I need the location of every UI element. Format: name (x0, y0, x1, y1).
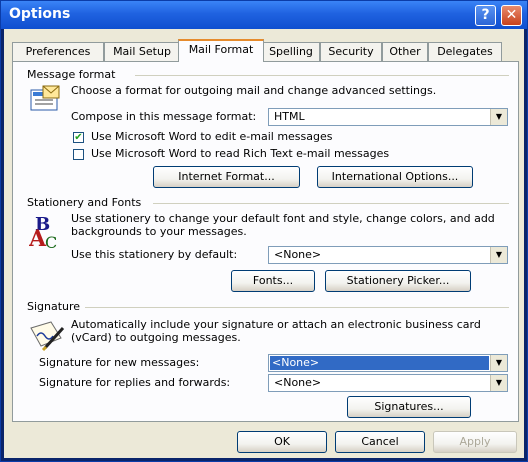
compose-format-value: HTML (274, 110, 305, 123)
signature-reply-value: <None> (274, 376, 322, 389)
signature-description: Automatically include your signature or … (71, 318, 481, 344)
question-icon: ? (481, 7, 490, 23)
apply-button[interactable]: Apply (433, 431, 517, 453)
svg-text:C: C (45, 233, 57, 252)
use-word-read-checkbox[interactable] (73, 149, 84, 160)
chevron-down-icon[interactable]: ▼ (490, 375, 507, 391)
signature-new-value: <None> (270, 356, 489, 370)
divider (153, 203, 509, 204)
mail-format-panel: Message format Choose a format for outgo… (12, 61, 519, 422)
message-format-description: Choose a format for outgoing mail and ch… (71, 84, 437, 97)
tab-mail-format[interactable]: Mail Format (178, 39, 264, 62)
tab-security[interactable]: Security (320, 42, 382, 61)
divider (135, 75, 509, 76)
fonts-stationery-icon: B A C (29, 214, 57, 252)
help-button[interactable]: ? (475, 5, 496, 26)
divider (85, 307, 509, 308)
use-word-edit-label: Use Microsoft Word to edit e-mail messag… (91, 130, 333, 143)
close-button[interactable]: ✕ (501, 5, 522, 26)
tab-other[interactable]: Other (382, 42, 428, 61)
compose-format-select[interactable]: HTML ▼ (268, 108, 508, 126)
signature-pen-icon (30, 321, 65, 352)
checkmark-icon: ✔ (74, 132, 83, 143)
signatures-button[interactable]: Signatures... (347, 396, 471, 418)
internet-format-button[interactable]: Internet Format... (153, 166, 300, 188)
signature-new-select[interactable]: <None> ▼ (268, 354, 508, 372)
chevron-down-icon[interactable]: ▼ (490, 247, 507, 263)
ok-button[interactable]: OK (237, 431, 327, 453)
signature-reply-label: Signature for replies and forwards: (39, 376, 231, 389)
cancel-button[interactable]: Cancel (335, 431, 425, 453)
compose-format-label: Compose in this message format: (71, 110, 257, 123)
use-word-read-label: Use Microsoft Word to read Rich Text e-m… (91, 147, 390, 160)
tab-spelling[interactable]: Spelling (262, 42, 320, 61)
default-stationery-value: <None> (274, 248, 322, 261)
group-heading-message-format: Message format (27, 68, 116, 81)
use-word-edit-checkbox[interactable]: ✔ (73, 132, 84, 143)
tab-delegates[interactable]: Delegates (428, 42, 502, 61)
envelope-form-icon (30, 85, 60, 111)
close-icon: ✕ (505, 7, 518, 23)
title-bar[interactable]: Options ? ✕ (1, 1, 527, 29)
tab-mail-setup[interactable]: Mail Setup (104, 42, 180, 61)
options-dialog: Options ? ✕ Preferences Mail Setup Mail … (0, 0, 528, 462)
tab-preferences[interactable]: Preferences (12, 42, 104, 61)
signature-new-label: Signature for new messages: (39, 356, 200, 369)
group-heading-stationery: Stationery and Fonts (27, 196, 142, 209)
fonts-button[interactable]: Fonts... (231, 270, 315, 292)
default-stationery-label: Use this stationery by default: (71, 248, 238, 261)
stationery-picker-button[interactable]: Stationery Picker... (325, 270, 471, 292)
dialog-body: Preferences Mail Setup Mail Format Spell… (4, 29, 524, 458)
chevron-down-icon[interactable]: ▼ (490, 109, 507, 125)
window-title: Options (9, 6, 71, 22)
default-stationery-select[interactable]: <None> ▼ (268, 246, 508, 264)
stationery-description: Use stationery to change your default fo… (71, 212, 495, 238)
group-heading-signature: Signature (27, 300, 81, 313)
international-options-button[interactable]: International Options... (317, 166, 473, 188)
signature-reply-select[interactable]: <None> ▼ (268, 374, 508, 392)
chevron-down-icon[interactable]: ▼ (490, 355, 507, 371)
